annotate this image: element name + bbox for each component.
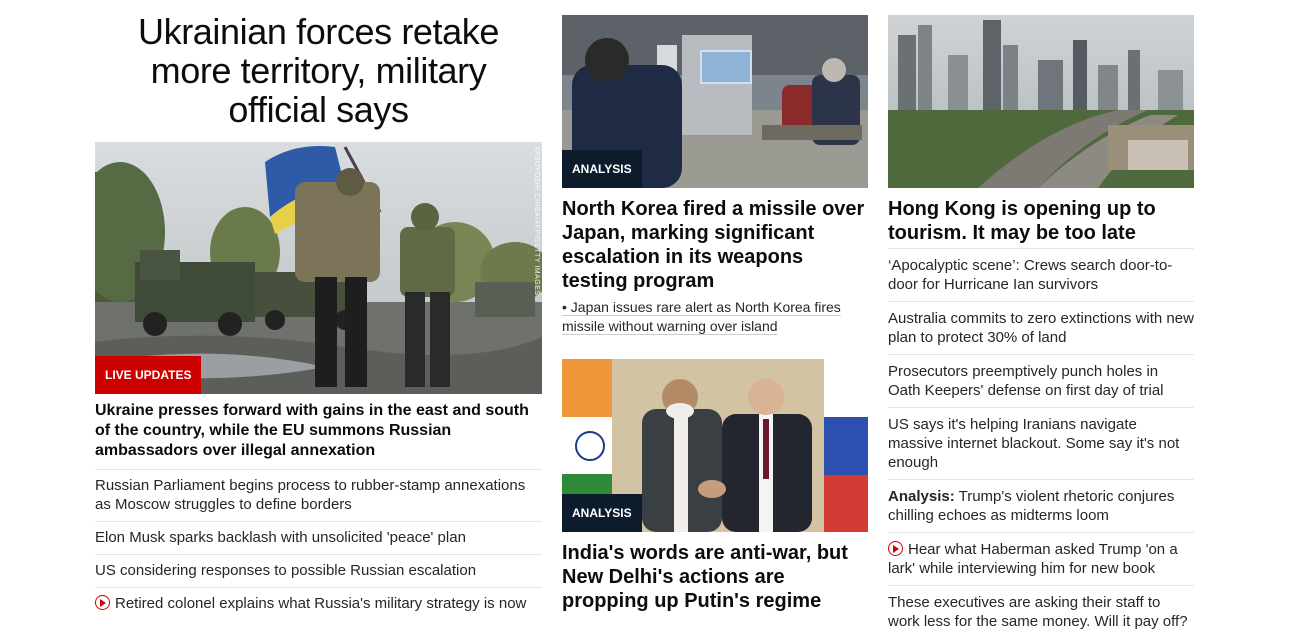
play-icon: [95, 595, 110, 610]
related-links: Russian Parliament begins process to rub…: [95, 470, 542, 620]
live-updates-badge[interactable]: LIVE UPDATES: [95, 356, 202, 394]
north-korea-card: ANALYSIS North Korea fired a missile ove…: [562, 15, 868, 336]
lead-subhead-link[interactable]: Ukraine presses forward with gains in th…: [95, 401, 542, 470]
india-image[interactable]: ANALYSIS: [562, 359, 868, 532]
hong-kong-image[interactable]: [888, 15, 1194, 188]
headline-link[interactable]: These executives are asking their staff …: [888, 586, 1194, 638]
headline-link[interactable]: Australia commits to zero extinctions wi…: [888, 302, 1194, 355]
india-headline[interactable]: India's words are anti-war, but New Delh…: [562, 541, 868, 613]
related-video-label: Retired colonel explains what Russia's m…: [115, 595, 527, 612]
related-link[interactable]: Russian Parliament begins process to rub…: [95, 470, 542, 522]
analysis-prefix: Analysis:: [888, 488, 955, 505]
headline-link[interactable]: Prosecutors preemptively punch holes in …: [888, 355, 1194, 408]
analysis-badge[interactable]: ANALYSIS: [562, 494, 642, 532]
headline-link[interactable]: US says it's helping Iranians navigate m…: [888, 408, 1194, 480]
video-headline-link[interactable]: Hear what Haberman asked Trump 'on a lar…: [888, 533, 1194, 586]
headline-link[interactable]: ‘Apocalyptic scene’: Crews search door-t…: [888, 248, 1194, 302]
hong-kong-headline[interactable]: Hong Kong is opening up to tourism. It m…: [888, 197, 1194, 245]
right-headline-list: ‘Apocalyptic scene’: Crews search door-t…: [888, 248, 1194, 638]
related-link[interactable]: US considering responses to possible Rus…: [95, 555, 542, 588]
analysis-badge[interactable]: ANALYSIS: [562, 150, 642, 188]
lead-image[interactable]: YASUYOSHI CHIBA/AFP/GETTY IMAGES LIVE UP…: [95, 142, 542, 394]
related-link[interactable]: Elon Musk sparks backlash with unsolicit…: [95, 522, 542, 555]
related-video-link[interactable]: Retired colonel explains what Russia's m…: [95, 588, 542, 620]
north-korea-image[interactable]: ANALYSIS: [562, 15, 868, 188]
japan-alert-link[interactable]: • Japan issues rare alert as North Korea…: [562, 298, 868, 336]
photo-credit: YASUYOSHI CHIBA/AFP/GETTY IMAGES: [533, 146, 540, 296]
middle-column: ANALYSIS North Korea fired a missile ove…: [562, 15, 868, 613]
right-column: Hong Kong is opening up to tourism. It m…: [888, 15, 1194, 638]
play-icon: [888, 541, 903, 556]
lead-story: Ukrainian forces retake more territory, …: [95, 12, 542, 620]
lead-headline[interactable]: Ukrainian forces retake more territory, …: [95, 12, 542, 129]
india-card: ANALYSIS India's words are anti-war, but…: [562, 359, 868, 613]
north-korea-headline[interactable]: North Korea fired a missile over Japan, …: [562, 197, 868, 293]
analysis-headline-link[interactable]: Analysis: Trump's violent rhetoric conju…: [888, 480, 1194, 533]
video-headline-text: Hear what Haberman asked Trump 'on a lar…: [888, 541, 1178, 577]
hong-kong-skyline-photo: [888, 15, 1194, 188]
